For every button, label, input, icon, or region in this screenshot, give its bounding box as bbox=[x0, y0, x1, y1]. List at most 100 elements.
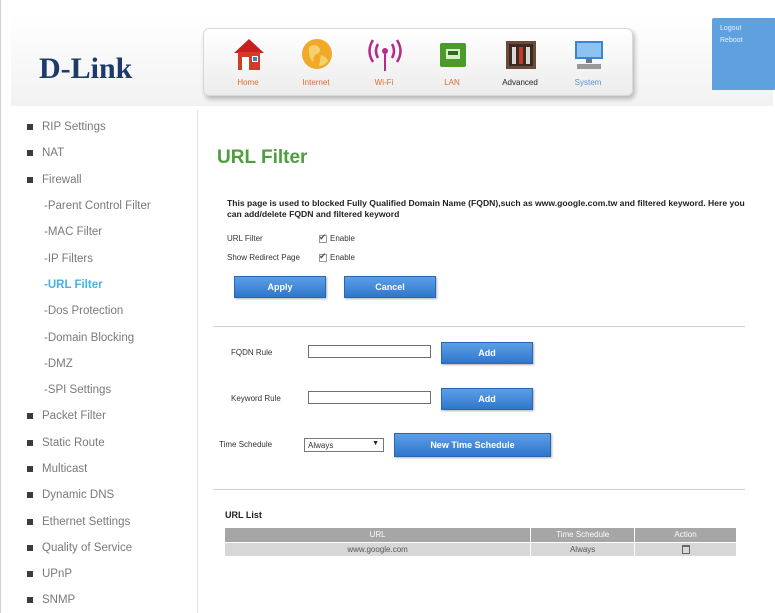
trash-icon[interactable] bbox=[681, 544, 690, 554]
cancel-button[interactable]: Cancel bbox=[344, 276, 436, 298]
sidebar-item-label: Ethernet Settings bbox=[42, 515, 131, 528]
sidebar-item-label: UPnP bbox=[42, 568, 73, 581]
home-icon bbox=[234, 39, 264, 70]
sidebar-item-label: SNMP bbox=[42, 594, 76, 607]
advanced-icon bbox=[506, 41, 536, 69]
checkbox-label: Enable bbox=[330, 253, 355, 262]
url-list-title: URL List bbox=[225, 510, 262, 520]
bullet-icon bbox=[27, 466, 33, 472]
sidebar-item-label: -DMZ bbox=[44, 357, 73, 370]
section-divider bbox=[213, 326, 745, 327]
table-header-row: URL Time Schedule Action bbox=[225, 528, 737, 542]
nav-system-label: System bbox=[574, 78, 602, 87]
sidebar-item-packet-filter[interactable]: Packet Filter bbox=[25, 403, 195, 429]
sidebar-item-qos[interactable]: Quality of Service bbox=[25, 535, 195, 561]
column-header-action: Action bbox=[634, 528, 737, 542]
lan-icon bbox=[440, 43, 466, 67]
bullet-icon bbox=[27, 124, 33, 131]
nav-lan[interactable]: LAN bbox=[422, 33, 482, 95]
sidebar-item-label: RIP Settings bbox=[42, 121, 106, 134]
cell-url: www.google.com bbox=[225, 541, 532, 556]
sidebar-item-static-route[interactable]: Static Route bbox=[25, 430, 195, 456]
system-icon bbox=[575, 41, 603, 69]
sidebar-item-label: Firewall bbox=[42, 173, 82, 186]
nav-advanced[interactable]: Advanced bbox=[490, 33, 550, 95]
sidebar-item-label: Static Route bbox=[42, 436, 105, 449]
column-header-url: URL bbox=[225, 528, 532, 542]
sidebar-item-label: -Parent Control Filter bbox=[44, 200, 151, 213]
fqdn-rule-input[interactable] bbox=[308, 345, 431, 358]
bullet-icon bbox=[27, 176, 33, 183]
logo-text: D-Link bbox=[39, 52, 133, 85]
logout-link[interactable]: Logout bbox=[720, 24, 775, 34]
sidebar-item-mac-filter[interactable]: -MAC Filter bbox=[25, 219, 195, 245]
sidebar-item-url-filter[interactable]: -URL Filter bbox=[25, 272, 195, 298]
sidebar-item-label: Multicast bbox=[42, 463, 88, 475]
sidebar-item-domain-blocking[interactable]: -Domain Blocking bbox=[25, 324, 195, 350]
nav-lan-label: LAN bbox=[444, 78, 460, 87]
sidebar-item-label: -MAC Filter bbox=[44, 226, 103, 239]
time-schedule-label: Time Schedule bbox=[219, 440, 273, 449]
checkbox-label: Enable bbox=[330, 234, 355, 243]
sidebar-item-ip-filters[interactable]: -IP Filters bbox=[25, 245, 195, 271]
sidebar-menu: RIP Settings NAT Firewall -Parent Contro… bbox=[25, 114, 195, 613]
bullet-icon bbox=[27, 518, 33, 525]
sidebar-item-nat[interactable]: NAT bbox=[25, 140, 195, 166]
globe-icon bbox=[302, 39, 332, 69]
sidebar-item-label: -URL Filter bbox=[44, 278, 103, 291]
nav-internet-label: Internet bbox=[302, 78, 330, 87]
header: D-Link Home Internet Wi-Fi LAN Advanced … bbox=[11, 14, 773, 106]
keyword-add-button[interactable]: Add bbox=[441, 388, 533, 410]
nav-wifi[interactable]: Wi-Fi bbox=[354, 33, 414, 95]
new-time-schedule-button[interactable]: New Time Schedule bbox=[394, 433, 551, 457]
sidebar-item-rip-settings[interactable]: RIP Settings bbox=[25, 114, 195, 140]
sidebar-item-multicast[interactable]: Multicast bbox=[25, 456, 195, 482]
cell-time-schedule: Always bbox=[530, 541, 636, 556]
sidebar-item-label: -Dos Protection bbox=[44, 305, 124, 318]
redirect-page-enable-checkbox[interactable]: Enable bbox=[319, 251, 355, 262]
page-frame: D-Link Home Internet Wi-Fi LAN Advanced … bbox=[0, 0, 775, 613]
bullet-icon bbox=[27, 439, 33, 446]
sidebar-item-dmz[interactable]: -DMZ bbox=[25, 351, 195, 377]
sidebar-item-ethernet-settings[interactable]: Ethernet Settings bbox=[25, 508, 195, 534]
nav-system[interactable]: System bbox=[558, 33, 618, 95]
sidebar-item-snmp[interactable]: SNMP bbox=[25, 587, 195, 613]
page-title: URL Filter bbox=[217, 147, 308, 168]
bullet-icon bbox=[27, 150, 33, 157]
apply-button[interactable]: Apply bbox=[234, 276, 326, 298]
sidebar-item-label: -IP Filters bbox=[44, 252, 93, 265]
sidebar-item-label: -SPI Settings bbox=[44, 384, 112, 397]
url-filter-label: URL Filter bbox=[227, 234, 263, 243]
nav-wifi-label: Wi-Fi bbox=[374, 78, 394, 87]
dlink-logo: D-Link bbox=[39, 52, 132, 86]
sidebar-item-dos-protection[interactable]: -Dos Protection bbox=[25, 298, 195, 324]
fqdn-add-button[interactable]: Add bbox=[441, 342, 533, 364]
sidebar-item-parent-control-filter[interactable]: -Parent Control Filter bbox=[25, 193, 195, 219]
bullet-icon bbox=[27, 413, 33, 420]
redirect-page-label: Show Redirect Page bbox=[227, 253, 300, 262]
nav-internet[interactable]: Internet bbox=[286, 33, 346, 95]
bullet-icon bbox=[27, 571, 33, 578]
reboot-link[interactable]: Reboot bbox=[720, 36, 775, 46]
section-divider bbox=[213, 489, 745, 490]
bullet-icon bbox=[27, 492, 33, 499]
nav-home[interactable]: Home bbox=[218, 33, 278, 95]
sidebar-item-label: NAT bbox=[42, 147, 65, 160]
sidebar-item-spi-settings[interactable]: -SPI Settings bbox=[25, 377, 195, 403]
sidebar-item-upnp[interactable]: UPnP bbox=[25, 561, 195, 587]
main-content: URL Filter This page is used to blocked … bbox=[205, 120, 751, 613]
sidebar-item-label: -Domain Blocking bbox=[44, 331, 135, 344]
nav-advanced-label: Advanced bbox=[502, 78, 538, 87]
page-description: This page is used to blocked Fully Quali… bbox=[227, 198, 745, 219]
checkbox-box bbox=[319, 251, 327, 262]
table-row: www.google.com Always bbox=[225, 541, 737, 556]
account-tab: Logout Reboot bbox=[712, 18, 775, 90]
keyword-rule-input[interactable] bbox=[308, 391, 431, 404]
time-schedule-select[interactable]: Always ▼ bbox=[304, 438, 384, 452]
bullet-icon bbox=[27, 597, 33, 604]
sidebar-item-dynamic-dns[interactable]: Dynamic DNS bbox=[25, 482, 195, 508]
cell-action bbox=[634, 541, 737, 556]
url-filter-enable-checkbox[interactable]: Enable bbox=[319, 232, 355, 243]
url-list-table: URL Time Schedule Action www.google.com … bbox=[225, 528, 737, 556]
sidebar-item-firewall[interactable]: Firewall bbox=[25, 167, 195, 193]
